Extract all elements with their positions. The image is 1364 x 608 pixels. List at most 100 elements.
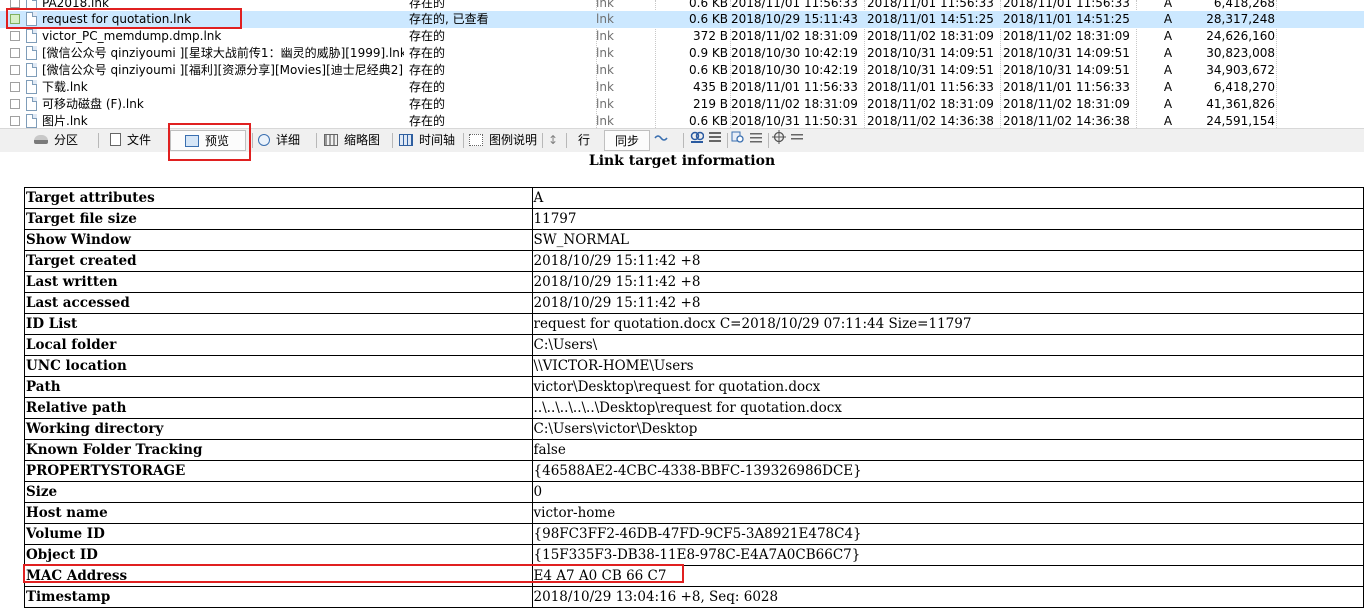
- toolbar-separator: [768, 133, 769, 148]
- info-value: A: [531, 187, 1364, 209]
- timeline-tab[interactable]: 时间轴: [399, 130, 455, 151]
- file-created: 2018/11/02 18:31:09: [731, 29, 858, 43]
- text-list-button[interactable]: [708, 130, 726, 151]
- file-created: 2018/10/30 10:42:19: [731, 63, 858, 77]
- table-row: Path victor\Desktop\request for quotation…: [24, 376, 1364, 398]
- info-key: UNC location: [24, 355, 533, 377]
- file-row[interactable]: [微信公众号 qinziyoumi ][福利][资源分享][Movies][迪士…: [0, 62, 1364, 79]
- info-value: 2018/10/29 13:04:16 +8, Seq: 6028: [531, 586, 1364, 608]
- row-checkbox[interactable]: [10, 65, 20, 75]
- file-ext: lnk: [596, 80, 614, 94]
- file-attr: 存在的, 已查看: [409, 12, 489, 26]
- file-list[interactable]: PA2018.lnk 存在的 lnk 0.6 KB 2018/11/01 11:…: [0, 0, 1364, 128]
- row-checkbox[interactable]: [10, 116, 20, 126]
- toolbar-separator: [392, 133, 393, 148]
- file-size: 372 B: [693, 29, 728, 43]
- file-size: 0.6 KB: [689, 12, 728, 26]
- info-value: request for quotation.docx C=2018/10/29 …: [531, 313, 1364, 335]
- target-button[interactable]: [772, 130, 790, 151]
- file-accessed: 2018/11/01 14:51:25: [1003, 12, 1130, 26]
- file-name: request for quotation.lnk: [42, 12, 192, 26]
- file-accessed: 2018/10/31 14:09:51: [1003, 63, 1130, 77]
- partition-tab[interactable]: 分区: [34, 130, 78, 151]
- table-row: Target file size 11797: [24, 208, 1364, 230]
- file-name: victor_PC_memdump.dmp.lnk: [42, 29, 222, 43]
- info-value: {46588AE2-4CBC-4338-BBFC-139326986DCE}: [531, 460, 1364, 482]
- file-row[interactable]: [微信公众号 qinziyoumi ][星球大战前传1：幽灵的威胁][1999]…: [0, 45, 1364, 62]
- info-key: Show Window: [24, 229, 533, 251]
- preview-tab[interactable]: 预览: [170, 130, 246, 151]
- info-key: Target file size: [24, 208, 533, 230]
- row-button[interactable]: 行: [578, 130, 590, 151]
- file-accessed: 2018/11/02 14:36:38: [1003, 114, 1130, 128]
- file-tab[interactable]: 文件: [110, 130, 151, 151]
- zoom-icon: [731, 131, 744, 143]
- table-row: Show Window SW_NORMAL: [24, 229, 1364, 251]
- file-row-selected[interactable]: request for quotation.lnk 存在的, 已查看 lnk 0…: [0, 11, 1364, 28]
- file-created: 2018/11/02 18:31:09: [731, 97, 858, 111]
- file-created: 2018/11/01 11:56:33: [731, 80, 858, 94]
- partition-tab-label: 分区: [54, 133, 79, 147]
- info-value: \\VICTOR-HOME\Users: [531, 355, 1364, 377]
- file-name: 下载.lnk: [42, 80, 88, 94]
- row-checkbox[interactable]: [10, 0, 20, 8]
- thumbnails-tab[interactable]: 缩略图: [324, 130, 380, 151]
- zoom-button[interactable]: [731, 130, 749, 151]
- info-value: {15F335F3-DB38-11E8-978C-E4A7A0CB66C7}: [531, 544, 1364, 566]
- file-attr-flag: A: [1163, 63, 1173, 77]
- row-checkbox[interactable]: [10, 14, 20, 24]
- row-checkbox[interactable]: [10, 99, 20, 109]
- table-row: PROPERTYSTORAGE {46588AE2-4CBC-4338-BBFC-…: [24, 460, 1364, 482]
- file-id: 30,823,008: [1206, 46, 1275, 60]
- table-row: Working directory C:\Users\victor\Desktop: [24, 418, 1364, 440]
- file-name: 可移动磁盘 (F).lnk: [42, 97, 144, 111]
- find-text-button[interactable]: [690, 130, 708, 151]
- toolbar-separator: [252, 133, 253, 148]
- toolbar-separator: [463, 133, 464, 148]
- file-accessed: 2018/11/01 11:56:33: [1003, 80, 1130, 94]
- timeline-tab-label: 时间轴: [419, 133, 456, 147]
- info-value: victor\Desktop\request for quotation.doc…: [531, 376, 1364, 398]
- row-checkbox[interactable]: [10, 82, 20, 92]
- file-modified: 2018/11/02 18:31:09: [867, 97, 994, 111]
- file-ext: lnk: [596, 12, 614, 26]
- info-value: victor-home: [531, 502, 1364, 524]
- table-row: Size 0: [24, 481, 1364, 503]
- row-checkbox[interactable]: [10, 48, 20, 58]
- info-value: ..\..\..\..\..\Desktop\request for quota…: [531, 397, 1364, 419]
- info-value: 2018/10/29 15:11:42 +8: [531, 271, 1364, 293]
- file-row[interactable]: victor_PC_memdump.dmp.lnk 存在的 lnk 372 B …: [0, 28, 1364, 45]
- file-modified: 2018/11/02 14:36:38: [867, 114, 994, 128]
- file-attr-flag: A: [1163, 46, 1173, 60]
- list-lines-icon: [750, 133, 762, 143]
- view-mode-toolbar: 分区 文件 预览 详细 缩略图 时间轴 图例说明 ↕ 行 同步: [0, 128, 1364, 152]
- file-row[interactable]: 图片.lnk 存在的 lnk 0.6 KB 2018/10/31 11:50:3…: [0, 113, 1364, 128]
- file-modified: 2018/10/31 14:09:51: [867, 63, 994, 77]
- toolbar-separator: [98, 133, 99, 148]
- table-row: Last written 2018/10/29 15:11:42 +8: [24, 271, 1364, 293]
- toolbar-separator: [316, 133, 317, 148]
- legend-tab[interactable]: 图例说明: [469, 130, 537, 151]
- file-id: 24,626,160: [1206, 29, 1275, 43]
- details-icon: [258, 133, 270, 146]
- panel-title: Link target information: [588, 153, 776, 169]
- file-row[interactable]: 下载.lnk 存在的 lnk 435 B 2018/11/01 11:56:33…: [0, 79, 1364, 96]
- list-lines-button[interactable]: [749, 130, 767, 151]
- disk-icon: [34, 135, 48, 144]
- wave-view-button[interactable]: [654, 130, 678, 151]
- preview-icon: [185, 134, 199, 147]
- file-row[interactable]: 可移动磁盘 (F).lnk 存在的 lnk 219 B 2018/11/02 1…: [0, 96, 1364, 113]
- timeline-icon: [399, 133, 413, 146]
- info-key: PROPERTYSTORAGE: [24, 460, 533, 482]
- lines-button[interactable]: [790, 130, 806, 151]
- sort-toggle[interactable]: ↕: [548, 130, 558, 151]
- file-created: 2018/10/30 10:42:19: [731, 46, 858, 60]
- info-key: Last written: [24, 271, 533, 293]
- details-tab[interactable]: 详细: [258, 130, 300, 151]
- info-key: Size: [24, 481, 533, 503]
- thumbnails-icon: [324, 133, 338, 146]
- row-checkbox[interactable]: [10, 31, 20, 41]
- sync-button[interactable]: 同步: [604, 130, 650, 151]
- table-row: UNC location \\VICTOR-HOME\Users: [24, 355, 1364, 377]
- lnk-file-icon: [26, 80, 37, 94]
